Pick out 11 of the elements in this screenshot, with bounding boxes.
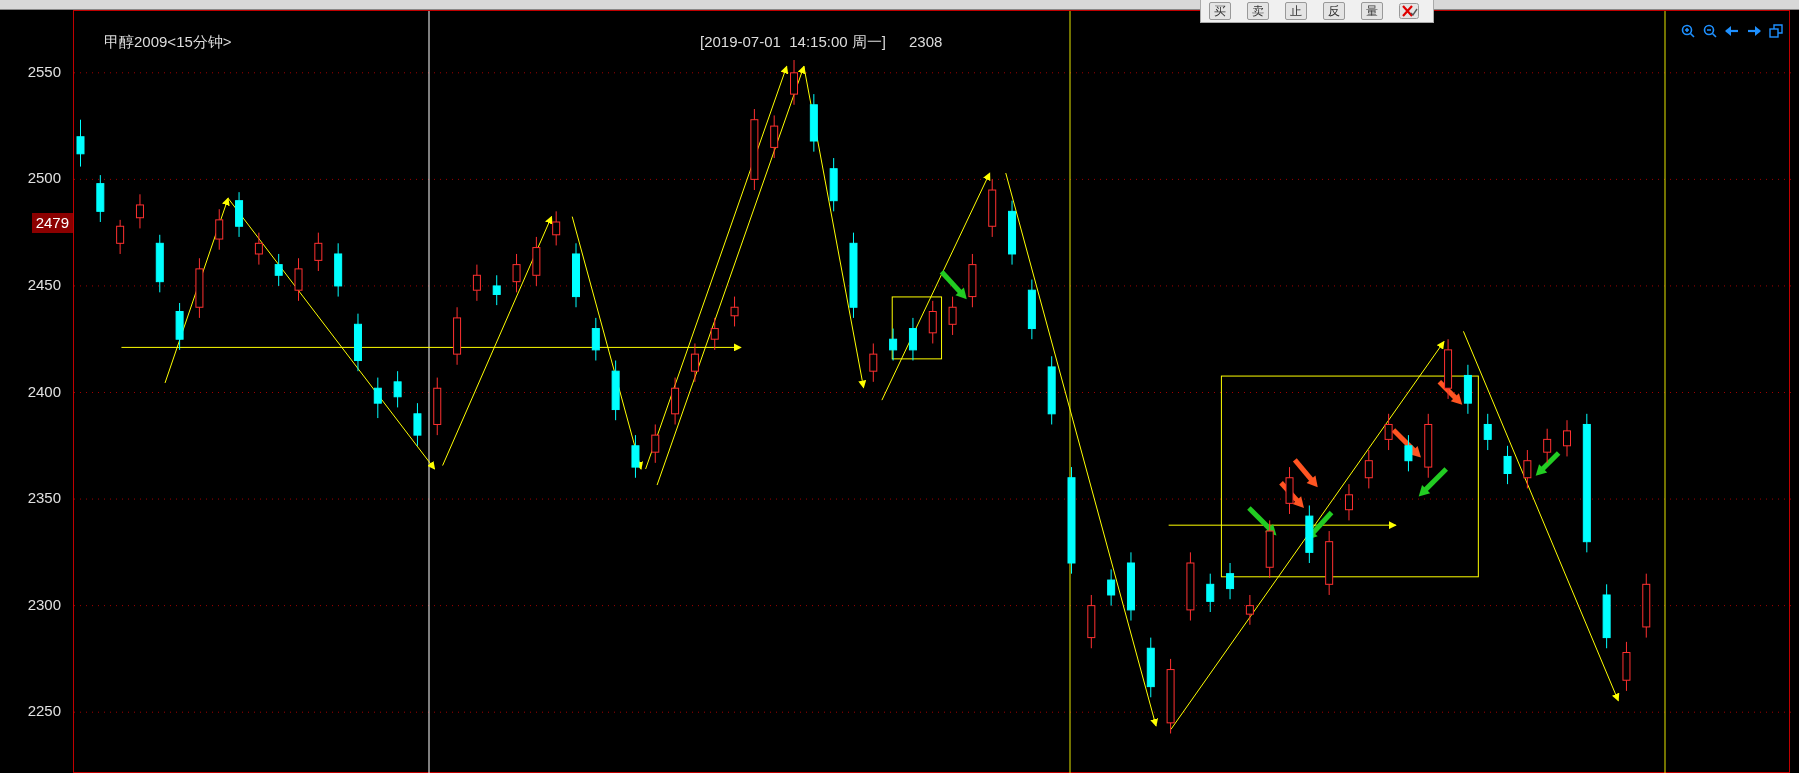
axis-label: 2250 bbox=[27, 702, 61, 721]
axis-label: 2550 bbox=[27, 62, 61, 81]
axis-label: 2300 bbox=[27, 595, 61, 614]
axis-label: 2450 bbox=[27, 275, 61, 294]
axis-label: 2400 bbox=[27, 382, 61, 401]
axis-label: 2500 bbox=[27, 169, 61, 188]
price-tag: 2479 bbox=[31, 213, 73, 234]
chart-title: 甲醇2009<15分钟> bbox=[104, 32, 232, 52]
cursor-value: 2308 bbox=[909, 32, 943, 52]
axis-label: 2350 bbox=[27, 489, 61, 508]
cursor-time: [2019-07-01 14:15:00 周一] bbox=[700, 32, 886, 52]
